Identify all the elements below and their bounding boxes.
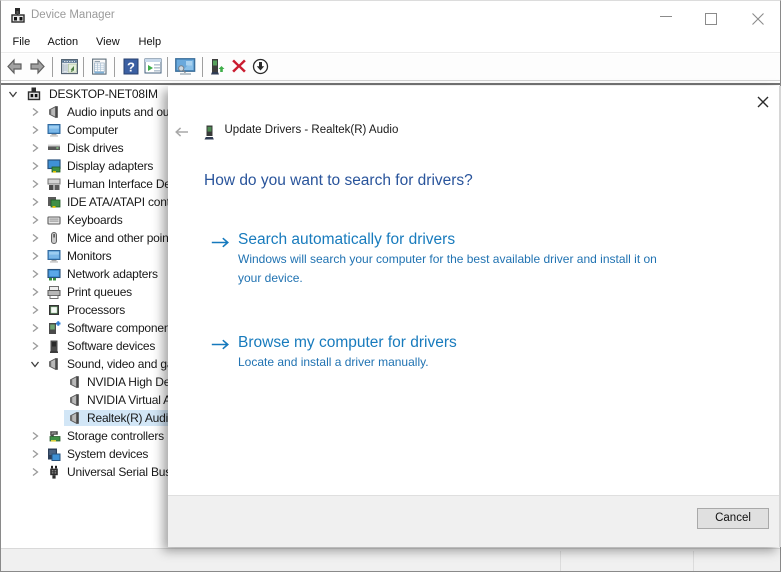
svg-text:?: ? [127, 60, 135, 75]
